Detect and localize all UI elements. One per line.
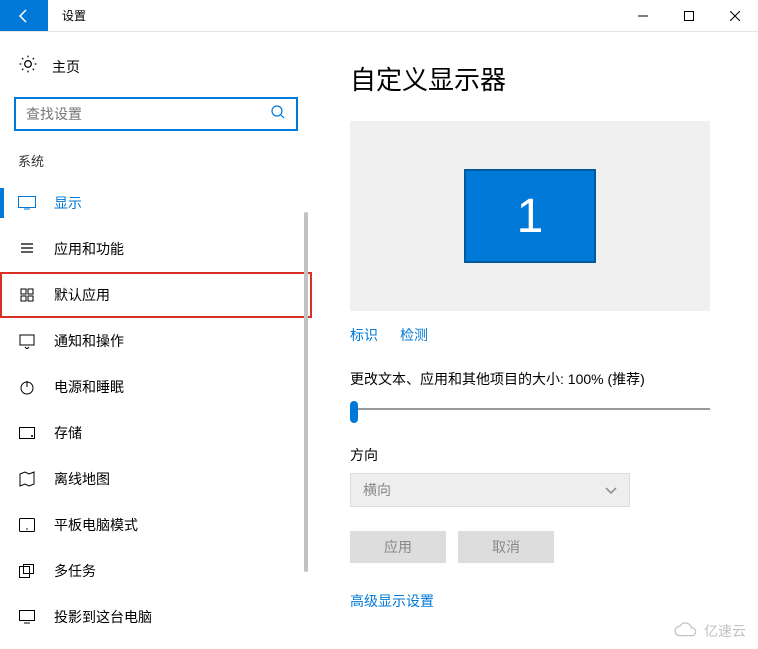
tablet-icon <box>18 518 36 532</box>
apps-icon <box>18 241 36 257</box>
watermark: 亿速云 <box>672 621 746 641</box>
slider-track <box>350 408 710 410</box>
power-icon <box>18 379 36 395</box>
sidebar-item-label: 多任务 <box>54 561 96 581</box>
sidebar-item-label: 应用和功能 <box>54 239 124 259</box>
sidebar-item-label: 通知和操作 <box>54 331 124 351</box>
sidebar-item-tablet[interactable]: 平板电脑模式 <box>0 502 312 548</box>
arrow-left-icon <box>16 8 32 24</box>
orientation-label: 方向 <box>350 445 710 465</box>
display-icon <box>18 196 36 210</box>
orientation-value: 横向 <box>363 480 391 500</box>
sidebar-item-label: 存储 <box>54 423 82 443</box>
watermark-text: 亿速云 <box>704 621 746 641</box>
identify-link[interactable]: 标识 <box>350 325 378 345</box>
window-title: 设置 <box>48 0 100 31</box>
close-icon <box>730 11 740 21</box>
sidebar: 主页 系统 显示 应用和功能 默认应用 通知和操作 <box>0 32 312 649</box>
detect-link[interactable]: 检测 <box>400 325 428 345</box>
monitor-1[interactable]: 1 <box>464 169 596 263</box>
display-links: 标识 检测 <box>350 325 710 345</box>
minimize-icon <box>638 11 648 21</box>
content-area: 主页 系统 显示 应用和功能 默认应用 通知和操作 <box>0 32 758 649</box>
multitask-icon <box>18 564 36 578</box>
notifications-icon <box>18 333 36 349</box>
display-preview[interactable]: 1 <box>350 121 710 311</box>
sidebar-item-label: 离线地图 <box>54 469 110 489</box>
search-input[interactable] <box>26 106 270 122</box>
nav-list: 显示 应用和功能 默认应用 通知和操作 电源和睡眠 存储 <box>0 180 312 640</box>
sidebar-item-apps[interactable]: 应用和功能 <box>0 226 312 272</box>
maximize-button[interactable] <box>666 0 712 31</box>
sidebar-section-label: 系统 <box>0 151 312 180</box>
button-row: 应用 取消 <box>350 531 710 563</box>
sidebar-item-label: 默认应用 <box>54 285 110 305</box>
scale-slider[interactable] <box>350 401 710 417</box>
home-row[interactable]: 主页 <box>0 54 312 97</box>
search-icon <box>270 104 286 125</box>
scrollbar-thumb[interactable] <box>304 212 308 572</box>
page-title: 自定义显示器 <box>350 60 710 97</box>
minimize-button[interactable] <box>620 0 666 31</box>
sidebar-item-project[interactable]: 投影到这台电脑 <box>0 594 312 640</box>
back-button[interactable] <box>0 0 48 31</box>
titlebar: 设置 <box>0 0 758 32</box>
sidebar-item-notifications[interactable]: 通知和操作 <box>0 318 312 364</box>
maximize-icon <box>684 11 694 21</box>
sidebar-item-label: 显示 <box>54 193 82 213</box>
cancel-button[interactable]: 取消 <box>458 531 554 563</box>
project-icon <box>18 610 36 624</box>
sidebar-item-label: 平板电脑模式 <box>54 515 138 535</box>
sidebar-item-label: 投影到这台电脑 <box>54 607 152 627</box>
sidebar-item-storage[interactable]: 存储 <box>0 410 312 456</box>
storage-icon <box>18 427 36 439</box>
sidebar-item-multitask[interactable]: 多任务 <box>0 548 312 594</box>
sidebar-scrollbar[interactable] <box>302 212 310 649</box>
sidebar-item-maps[interactable]: 离线地图 <box>0 456 312 502</box>
sidebar-item-label: 电源和睡眠 <box>54 377 124 397</box>
sidebar-item-default-apps[interactable]: 默认应用 <box>0 272 312 318</box>
home-label: 主页 <box>52 57 80 77</box>
apply-button[interactable]: 应用 <box>350 531 446 563</box>
sidebar-item-display[interactable]: 显示 <box>0 180 312 226</box>
chevron-down-icon <box>605 482 617 498</box>
scale-label: 更改文本、应用和其他项目的大小: 100% (推荐) <box>350 369 710 389</box>
main-panel: 自定义显示器 1 标识 检测 更改文本、应用和其他项目的大小: 100% (推荐… <box>312 32 758 649</box>
orientation-dropdown[interactable]: 横向 <box>350 473 630 507</box>
maps-icon <box>18 471 36 487</box>
default-apps-icon <box>18 287 36 303</box>
cloud-icon <box>672 622 700 640</box>
search-box[interactable] <box>14 97 298 131</box>
sidebar-item-power[interactable]: 电源和睡眠 <box>0 364 312 410</box>
gear-icon <box>18 54 38 79</box>
advanced-display-link[interactable]: 高级显示设置 <box>350 593 434 609</box>
slider-thumb[interactable] <box>350 401 358 423</box>
close-button[interactable] <box>712 0 758 31</box>
